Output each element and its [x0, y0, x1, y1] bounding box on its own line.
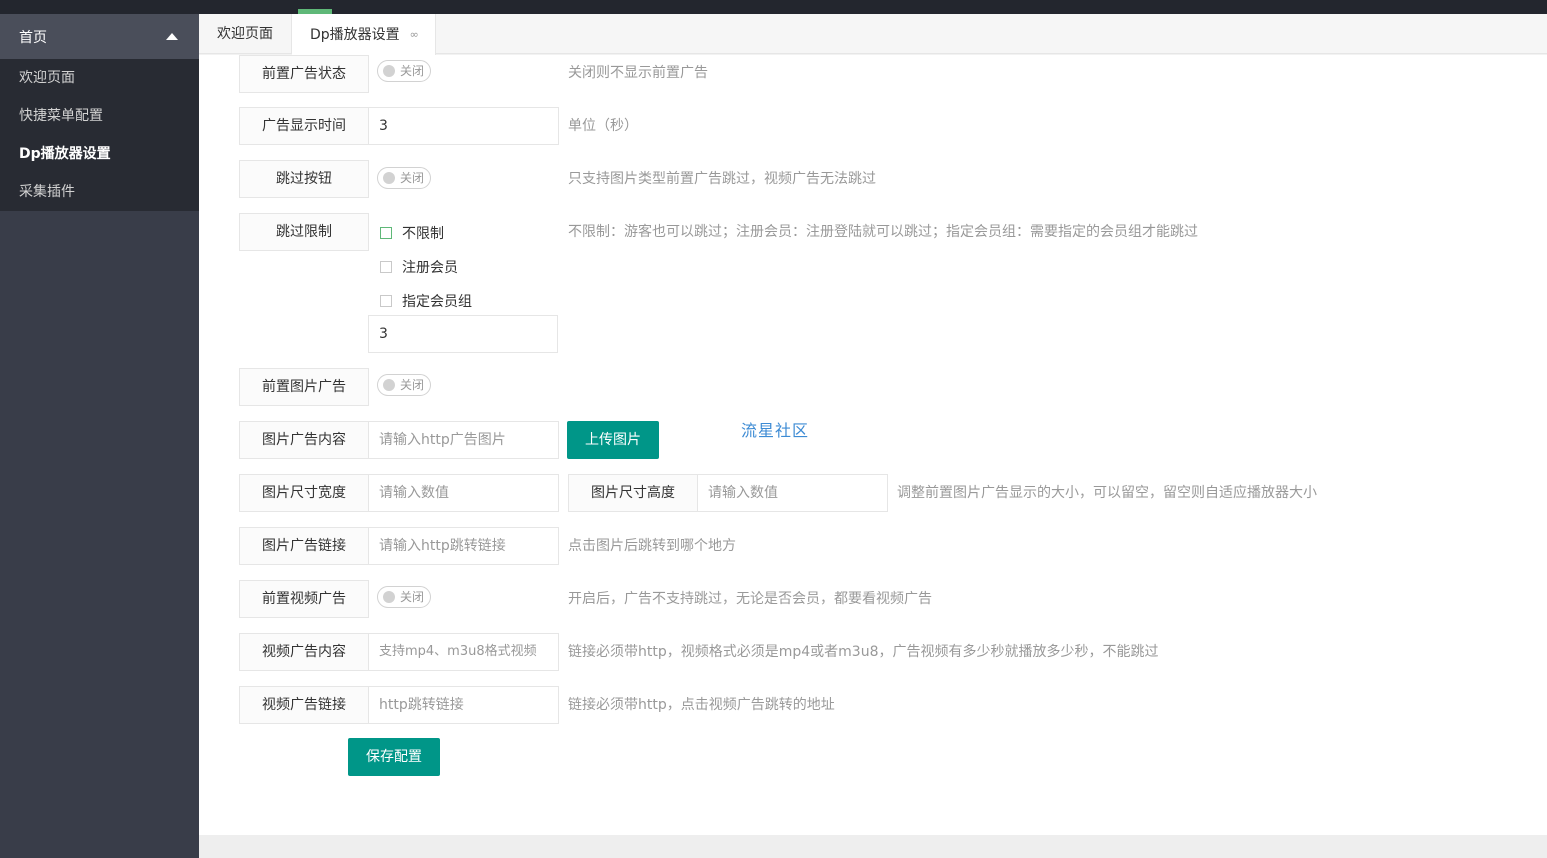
sidebar-head-label: 首页 [19, 29, 47, 46]
checkbox-icon [380, 227, 392, 239]
form-row-video-content: 视频广告内容 支持mp4、m3u8格式视频 [239, 633, 559, 671]
help-text: 开启后，广告不支持跳过，无论是否会员，都要看视频广告 [568, 591, 932, 607]
image-link-input[interactable]: 请输入http跳转链接 [369, 527, 559, 565]
tab-dp-player[interactable]: Dp播放器设置 ∞ [292, 14, 436, 55]
ad-time-input[interactable]: 3 [369, 107, 559, 145]
switch-knob [383, 65, 395, 77]
help-text: 链接必须带http，视频格式必须是mp4或者m3u8，广告视频有多少秒就播放多少… [568, 644, 1159, 660]
watermark-text: 流星社区 [741, 421, 810, 440]
tab-label: Dp播放器设置 [310, 26, 400, 43]
member-group-input[interactable]: 3 [368, 315, 558, 353]
image-height-input[interactable]: 请输入数值 [698, 474, 888, 512]
form-row-image-height: 图片尺寸高度 请输入数值 [568, 474, 888, 512]
pre-image-ad-switch[interactable]: 关闭 [377, 374, 431, 396]
form-row-video-link: 视频广告链接 http跳转链接 [239, 686, 559, 724]
sidebar-submenu: 欢迎页面 快捷菜单配置 Dp播放器设置 采集插件 [0, 59, 199, 211]
main-content: 前置广告状态 关闭 关闭则不显示前置广告 广告显示时间 3 单位（秒） 跳过按钮… [199, 55, 1547, 835]
field-label: 视频广告内容 [239, 633, 369, 671]
tab-bar: 欢迎页面 Dp播放器设置 ∞ [199, 14, 1547, 55]
form-row-pre-image-ad: 前置图片广告 [239, 368, 369, 406]
field-label: 前置图片广告 [239, 368, 369, 406]
switch-knob [383, 379, 395, 391]
field-label: 广告显示时间 [239, 107, 369, 145]
pre-video-ad-switch[interactable]: 关闭 [377, 586, 431, 608]
top-header-bar [0, 0, 1547, 14]
image-content-input[interactable]: 请输入http广告图片 [369, 421, 559, 459]
sidebar-item-collect-plugin[interactable]: 采集插件 [0, 173, 199, 211]
sidebar: 首页 欢迎页面 快捷菜单配置 Dp播放器设置 采集插件 [0, 14, 199, 858]
help-text: 调整前置图片广告显示的大小，可以留空，留空则自适应播放器大小 [897, 485, 1317, 501]
switch-text: 关闭 [400, 64, 425, 78]
checkbox-label: 不限制 [402, 226, 444, 242]
help-text: 单位（秒） [568, 118, 638, 134]
help-text: 链接必须带http，点击视频广告跳转的地址 [568, 697, 835, 713]
field-label: 前置广告状态 [239, 55, 369, 93]
switch-knob [383, 591, 395, 603]
form-row-pre-ad-status: 前置广告状态 [239, 55, 369, 93]
field-label: 图片尺寸高度 [568, 474, 698, 512]
footer-band [199, 835, 1547, 858]
form-row-skip-limit: 跳过限制 [239, 213, 369, 251]
help-text: 关闭则不显示前置广告 [568, 65, 708, 81]
field-label: 图片尺寸宽度 [239, 474, 369, 512]
checkbox-member-group[interactable]: 指定会员组 [380, 291, 472, 311]
video-link-input[interactable]: http跳转链接 [369, 686, 559, 724]
sidebar-item-quick-menu[interactable]: 快捷菜单配置 [0, 97, 199, 135]
field-label: 图片广告内容 [239, 421, 369, 459]
tab-close-icon[interactable]: ∞ [410, 15, 419, 55]
checkbox-registered-member[interactable]: 注册会员 [380, 257, 458, 277]
image-width-input[interactable]: 请输入数值 [369, 474, 559, 512]
pre-ad-status-switch[interactable]: 关闭 [377, 60, 431, 82]
upload-image-button[interactable]: 上传图片 [567, 421, 659, 459]
tab-label: 欢迎页面 [217, 26, 273, 42]
video-content-input[interactable]: 支持mp4、m3u8格式视频 [369, 633, 559, 671]
field-label: 视频广告链接 [239, 686, 369, 724]
tab-welcome[interactable]: 欢迎页面 [199, 14, 292, 54]
form-row-skip-button: 跳过按钮 [239, 160, 369, 198]
form-row-image-content: 图片广告内容 请输入http广告图片 [239, 421, 559, 459]
field-label: 跳过按钮 [239, 160, 369, 198]
checkbox-icon [380, 295, 392, 307]
field-label: 图片广告链接 [239, 527, 369, 565]
help-text: 不限制：游客也可以跳过；注册会员：注册登陆就可以跳过；指定会员组：需要指定的会员… [568, 224, 1198, 240]
checkbox-label: 指定会员组 [402, 294, 472, 310]
form-row-image-link: 图片广告链接 请输入http跳转链接 [239, 527, 559, 565]
checkbox-icon [380, 261, 392, 273]
form-row-pre-video-ad: 前置视频广告 [239, 580, 369, 618]
form-row-image-width: 图片尺寸宽度 请输入数值 [239, 474, 559, 512]
field-label: 跳过限制 [239, 213, 369, 251]
help-text: 点击图片后跳转到哪个地方 [568, 538, 736, 554]
help-text: 只支持图片类型前置广告跳过，视频广告无法跳过 [568, 171, 876, 187]
caret-up-icon [166, 33, 178, 40]
checkbox-no-limit[interactable]: 不限制 [380, 223, 444, 243]
switch-text: 关闭 [400, 171, 425, 185]
save-config-button[interactable]: 保存配置 [348, 738, 440, 776]
skip-button-switch[interactable]: 关闭 [377, 167, 431, 189]
sidebar-item-home[interactable]: 首页 [0, 14, 199, 59]
switch-text: 关闭 [400, 378, 425, 392]
sidebar-item-dp-player[interactable]: Dp播放器设置 [0, 135, 199, 173]
form-row-ad-time: 广告显示时间 3 [239, 107, 559, 145]
switch-text: 关闭 [400, 590, 425, 604]
field-label: 前置视频广告 [239, 580, 369, 618]
switch-knob [383, 172, 395, 184]
checkbox-label: 注册会员 [402, 260, 458, 276]
sidebar-item-welcome[interactable]: 欢迎页面 [0, 59, 199, 97]
